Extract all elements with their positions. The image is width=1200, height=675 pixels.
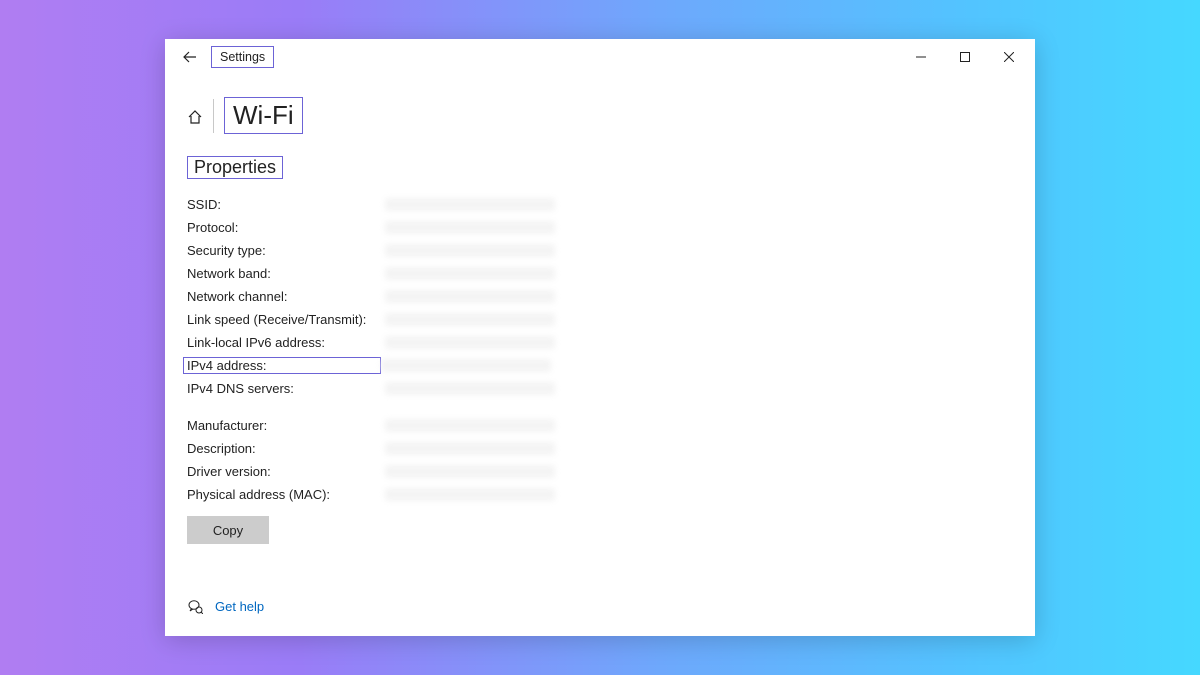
header-row: Wi-Fi bbox=[187, 97, 1035, 134]
property-label: Protocol: bbox=[187, 220, 385, 235]
property-value-redacted bbox=[385, 290, 555, 303]
property-value-redacted bbox=[385, 221, 555, 234]
property-value-redacted bbox=[385, 313, 555, 326]
property-row: Driver version: bbox=[187, 460, 1035, 483]
property-label: Driver version: bbox=[187, 464, 385, 479]
copy-button[interactable]: Copy bbox=[187, 516, 269, 544]
minimize-button[interactable] bbox=[899, 42, 943, 72]
property-row: Description: bbox=[187, 437, 1035, 460]
property-label: IPv4 address: bbox=[183, 357, 381, 374]
titlebar-left: Settings bbox=[175, 42, 274, 72]
property-value-redacted bbox=[385, 382, 555, 395]
property-row: Network channel: bbox=[187, 285, 1035, 308]
property-row: Protocol: bbox=[187, 216, 1035, 239]
maximize-icon bbox=[960, 52, 970, 62]
property-label: Link speed (Receive/Transmit): bbox=[187, 312, 385, 327]
settings-window: Settings Wi-Fi Properties SSID: Protocol:… bbox=[165, 39, 1035, 636]
home-icon[interactable] bbox=[187, 109, 203, 125]
property-row: Link-local IPv6 address: bbox=[187, 331, 1035, 354]
property-value-redacted bbox=[385, 465, 555, 478]
property-value-redacted bbox=[385, 244, 555, 257]
property-row: IPv4 DNS servers: bbox=[187, 377, 1035, 400]
property-label: Description: bbox=[187, 441, 385, 456]
minimize-icon bbox=[916, 52, 926, 62]
property-value-redacted bbox=[381, 359, 551, 372]
maximize-button[interactable] bbox=[943, 42, 987, 72]
back-button[interactable] bbox=[175, 42, 205, 72]
property-label: Link-local IPv6 address: bbox=[187, 335, 385, 350]
property-label: Physical address (MAC): bbox=[187, 487, 385, 502]
property-row: Physical address (MAC): bbox=[187, 483, 1035, 506]
property-value-redacted bbox=[385, 336, 555, 349]
close-icon bbox=[1004, 52, 1014, 62]
property-label: Network band: bbox=[187, 266, 385, 281]
property-value-redacted bbox=[385, 419, 555, 432]
header-divider bbox=[213, 99, 214, 133]
app-title: Settings bbox=[211, 46, 274, 68]
property-row: Manufacturer: bbox=[187, 414, 1035, 437]
property-row: Security type: bbox=[187, 239, 1035, 262]
titlebar: Settings bbox=[165, 39, 1035, 75]
section-title: Properties bbox=[187, 156, 283, 179]
help-icon bbox=[187, 598, 203, 614]
property-label: IPv4 DNS servers: bbox=[187, 381, 385, 396]
page-title: Wi-Fi bbox=[224, 97, 303, 134]
close-button[interactable] bbox=[987, 42, 1031, 72]
get-help-link[interactable]: Get help bbox=[215, 599, 264, 614]
properties-list: SSID: Protocol: Security type: Network band… bbox=[187, 187, 1035, 506]
property-value-redacted bbox=[385, 442, 555, 455]
property-row: Network band: bbox=[187, 262, 1035, 285]
property-label: SSID: bbox=[187, 197, 385, 212]
property-row: IPv4 address: bbox=[187, 354, 1035, 377]
property-value-redacted bbox=[385, 267, 555, 280]
window-controls bbox=[899, 42, 1031, 72]
property-value-redacted bbox=[385, 198, 555, 211]
content-area: Properties SSID: Protocol: Security type: N… bbox=[187, 156, 1035, 544]
property-label: Manufacturer: bbox=[187, 418, 385, 433]
property-row: SSID: bbox=[187, 193, 1035, 216]
arrow-left-icon bbox=[182, 49, 198, 65]
property-label: Security type: bbox=[187, 243, 385, 258]
property-label: Network channel: bbox=[187, 289, 385, 304]
help-row: Get help bbox=[187, 598, 264, 614]
property-value-redacted bbox=[385, 488, 555, 501]
property-row: Link speed (Receive/Transmit): bbox=[187, 308, 1035, 331]
